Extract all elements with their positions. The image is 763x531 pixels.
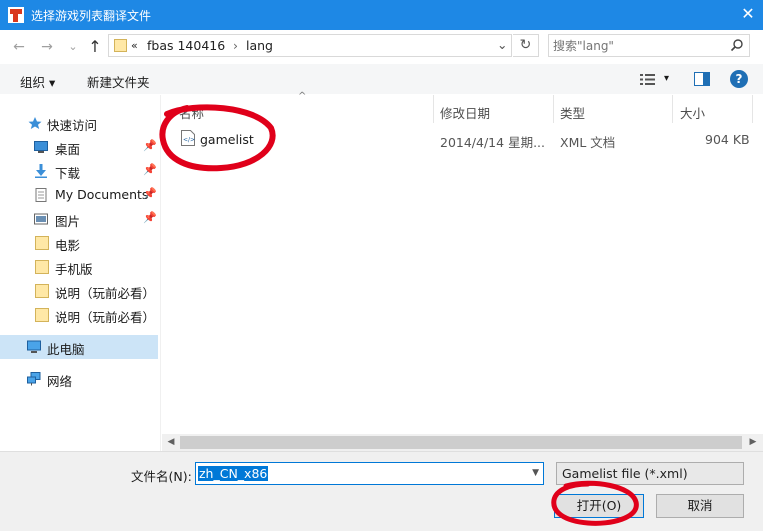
sidebar-item-label: 说明（玩前必看） (55, 286, 156, 301)
view-options-icon[interactable] (640, 73, 656, 86)
scroll-right-arrow[interactable]: ▶ (745, 435, 761, 450)
file-type-filter[interactable]: Gamelist file (*.xml) (556, 462, 744, 485)
sidebar-item-desktop[interactable]: 桌面 📌 (0, 135, 158, 159)
sidebar-item-label: 网络 (47, 374, 73, 389)
folder-icon (35, 260, 49, 274)
new-folder-button[interactable]: 新建文件夹 (87, 72, 150, 91)
file-type: XML 文档 (560, 135, 616, 150)
sidebar-item-label: 手机版 (55, 262, 93, 277)
svg-text:</>: </> (183, 137, 195, 144)
computer-icon (27, 340, 41, 353)
column-divider[interactable] (553, 95, 554, 123)
cancel-button[interactable]: 取消 (656, 494, 744, 518)
breadcrumb-fbas[interactable]: fbas 140416 (147, 38, 225, 53)
sidebar-item-downloads[interactable]: 下载 📌 (0, 159, 158, 183)
pane-divider[interactable] (160, 95, 161, 451)
view-menu-button[interactable]: ▾ (664, 73, 669, 84)
help-icon[interactable]: ? (730, 70, 748, 88)
column-header-type[interactable]: 类型 (560, 103, 585, 122)
horizontal-scrollbar[interactable]: ◀ ▶ (162, 434, 763, 451)
sidebar-item-pictures[interactable]: 图片 📌 (0, 207, 158, 231)
filter-value: Gamelist file (*.xml) (562, 466, 688, 481)
sidebar-item-mobile[interactable]: 手机版 (0, 255, 158, 279)
sidebar-item-movies[interactable]: 电影 (0, 231, 158, 255)
pin-icon[interactable]: 📌 (143, 163, 157, 176)
folder-icon (35, 284, 49, 298)
chevron-down-icon[interactable]: ⌄ (497, 37, 507, 52)
sidebar-item-label: 说明（玩前必看） (55, 310, 156, 325)
column-header-size[interactable]: 大小 (680, 103, 705, 122)
scrollbar-thumb[interactable] (180, 436, 742, 449)
sort-arrow-icon: ^ (298, 91, 307, 102)
file-list: ^ 名称 修改日期 类型 大小 </> gamelist 2014/4/14 星… (162, 91, 763, 450)
search-icon[interactable] (730, 38, 744, 52)
sidebar-item-quick-access[interactable]: 快速访问 (0, 111, 158, 135)
sidebar-item-my-documents[interactable]: My Documents 📌 (0, 183, 158, 207)
pictures-icon (34, 213, 48, 225)
back-button[interactable]: ← (8, 36, 30, 58)
chevron-down-icon[interactable]: ▼ (532, 468, 539, 478)
sidebar-item-network[interactable]: 网络 (0, 367, 158, 391)
address-bar[interactable]: « fbas 140416 › lang ⌄ (108, 34, 512, 57)
folder-icon (114, 39, 127, 52)
refresh-button[interactable]: ↻ (513, 34, 539, 57)
column-divider[interactable] (672, 95, 673, 123)
column-header-modified[interactable]: 修改日期 (440, 103, 490, 122)
sidebar-item-label: 下载 (55, 166, 81, 181)
column-divider[interactable] (752, 95, 753, 123)
table-row[interactable]: </> gamelist 2014/4/14 星期... XML 文档 904 … (162, 125, 752, 151)
sidebar-item-this-pc[interactable]: 此电脑 (0, 335, 158, 359)
sidebar-item-label: 此电脑 (47, 342, 85, 357)
window-title: 选择游戏列表翻译文件 (31, 9, 152, 23)
desktop-icon (34, 141, 48, 153)
preview-pane-icon[interactable] (694, 72, 710, 86)
breadcrumb-lang[interactable]: lang (246, 38, 273, 53)
search-input[interactable] (553, 37, 723, 54)
folder-icon (35, 236, 49, 250)
star-icon (28, 117, 42, 129)
organize-menu[interactable]: 组织 ▾ (20, 72, 55, 91)
column-header-name[interactable]: 名称 (179, 103, 204, 122)
forward-button[interactable]: → (36, 36, 58, 58)
toolbar: 组织 ▾ 新建文件夹 ▾ ? (0, 64, 763, 94)
title-bar: 选择游戏列表翻译文件 ✕ (0, 0, 763, 30)
download-icon (35, 164, 47, 178)
sidebar-item-label: 图片 (55, 214, 81, 229)
pin-icon[interactable]: 📌 (143, 187, 157, 200)
sidebar-item-readme-1[interactable]: 说明（玩前必看） (0, 279, 158, 303)
sidebar-item-label: 电影 (55, 238, 81, 253)
folder-icon (35, 308, 49, 322)
breadcrumb-separator[interactable]: › (233, 38, 238, 53)
filename-label: 文件名(N): (131, 469, 192, 484)
dialog-footer: 文件名(N): zh_CN_x86 ▼ Gamelist file (*.xml… (0, 451, 763, 531)
filename-value[interactable]: zh_CN_x86 (198, 466, 269, 481)
file-name: gamelist (200, 132, 254, 147)
filename-field[interactable]: zh_CN_x86 ▼ (195, 462, 544, 485)
scroll-left-arrow[interactable]: ◀ (163, 435, 179, 450)
up-button[interactable]: ↑ (84, 36, 106, 58)
sidebar-item-label: My Documents (55, 187, 149, 202)
app-icon (8, 7, 24, 23)
network-icon (27, 372, 41, 386)
sidebar-item-readme-2[interactable]: 说明（玩前必看） (0, 303, 158, 327)
column-divider[interactable] (433, 95, 434, 123)
pin-icon[interactable]: 📌 (143, 211, 157, 224)
address-overflow[interactable]: « (131, 39, 138, 52)
file-size: 904 KB (705, 132, 750, 147)
documents-icon (35, 188, 47, 202)
sidebar-item-label: 桌面 (55, 142, 81, 157)
recent-locations-button[interactable]: ⌄ (62, 36, 84, 58)
close-button[interactable]: ✕ (733, 0, 763, 30)
pin-icon[interactable]: 📌 (143, 139, 157, 152)
file-modified: 2014/4/14 星期... (440, 135, 545, 150)
sidebar-item-label: 快速访问 (47, 118, 98, 133)
search-box[interactable] (548, 34, 750, 57)
xml-file-icon: </> (181, 130, 195, 146)
navigation-pane: 快速访问 桌面 📌 下载 📌 My Documents 📌 图片 📌 电影 手机… (0, 95, 160, 450)
open-button[interactable]: 打开(O) (554, 494, 644, 518)
